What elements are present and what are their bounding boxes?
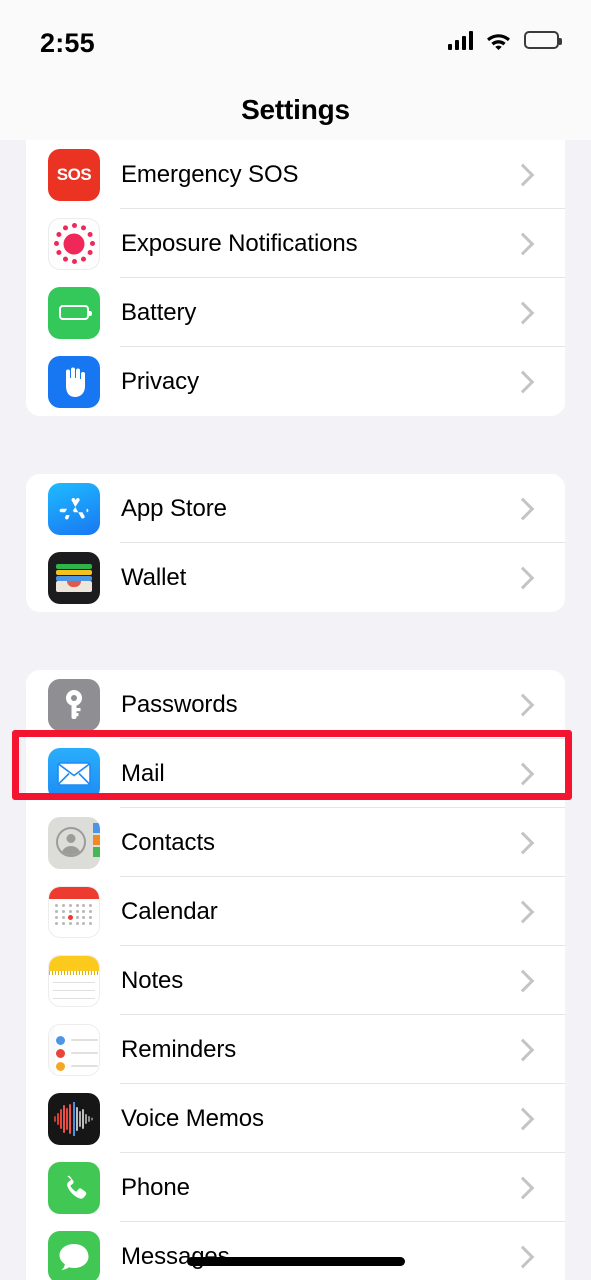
chevron-right-icon [509, 1222, 539, 1280]
app-store-icon [48, 482, 100, 535]
chevron-right-icon [509, 474, 539, 543]
settings-row-exposure-notifications[interactable]: Exposure Notifications [26, 209, 565, 278]
settings-row-passwords[interactable]: Passwords [26, 670, 565, 739]
chevron-right-icon [509, 808, 539, 877]
settings-row-label: Wallet [121, 563, 187, 591]
chevron-right-icon [509, 739, 539, 808]
settings-row-label: Privacy [121, 367, 199, 395]
settings-row-label: Notes [121, 966, 184, 994]
wallet-icon [48, 551, 100, 604]
emergency-sos-icon: SOS [48, 148, 100, 201]
contacts-icon [48, 816, 100, 869]
settings-row-label: App Store [121, 494, 227, 522]
settings-row-battery[interactable]: Battery [26, 278, 565, 347]
home-indicator-bar [186, 1257, 405, 1266]
wifi-icon [486, 31, 511, 50]
settings-row-privacy[interactable]: Privacy [26, 347, 565, 416]
settings-row-label: Calendar [121, 897, 218, 925]
chevron-right-icon [509, 670, 539, 739]
status-time: 2:55 [40, 28, 95, 58]
settings-group-safety: SOS Emergency SOS Exposure Notifications… [26, 140, 565, 416]
voice-memos-icon [48, 1092, 100, 1145]
settings-row-phone[interactable]: Phone [26, 1153, 565, 1222]
settings-row-contacts[interactable]: Contacts [26, 808, 565, 877]
cellular-signal-icon [447, 30, 473, 50]
chevron-right-icon [509, 1015, 539, 1084]
chevron-right-icon [509, 1084, 539, 1153]
settings-row-reminders[interactable]: Reminders [26, 1015, 565, 1084]
settings-row-wallet[interactable]: Wallet [26, 543, 565, 612]
battery-settings-icon [48, 286, 100, 339]
mail-envelope-icon [48, 747, 100, 800]
settings-row-label: Battery [121, 298, 197, 326]
settings-row-label: Phone [121, 1173, 190, 1201]
reminders-icon [48, 1023, 100, 1076]
calendar-icon [48, 885, 100, 938]
settings-row-notes[interactable]: Notes [26, 946, 565, 1015]
battery-icon [524, 31, 562, 49]
nav-bar: Settings [0, 78, 591, 140]
chevron-right-icon [509, 278, 539, 347]
settings-row-label: Reminders [121, 1035, 237, 1063]
passwords-key-icon [48, 678, 100, 731]
settings-row-label: Voice Memos [121, 1104, 264, 1132]
settings-row-mail[interactable]: Mail [26, 739, 565, 808]
settings-row-messages[interactable]: Messages [26, 1222, 565, 1280]
chevron-right-icon [509, 877, 539, 946]
settings-list[interactable]: SOS Emergency SOS Exposure Notifications… [0, 140, 591, 1280]
status-bar: 2:55 [0, 0, 591, 78]
settings-group-apps: Passwords Mail Contacts Calendar Notes R… [26, 670, 565, 1280]
chevron-right-icon [509, 543, 539, 612]
exposure-notifications-icon [48, 217, 100, 270]
settings-row-calendar[interactable]: Calendar [26, 877, 565, 946]
status-indicators [447, 30, 562, 50]
settings-row-label: Mail [121, 759, 165, 787]
chevron-right-icon [509, 1153, 539, 1222]
settings-row-app-store[interactable]: App Store [26, 474, 565, 543]
settings-row-label: Emergency SOS [121, 160, 299, 188]
settings-group-store: App Store Wallet [26, 474, 565, 612]
settings-row-label: Passwords [121, 690, 238, 718]
chevron-right-icon [509, 209, 539, 278]
chevron-right-icon [509, 140, 539, 209]
chevron-right-icon [509, 347, 539, 416]
settings-row-label: Exposure Notifications [121, 229, 358, 257]
notes-icon [48, 954, 100, 1007]
settings-screen: 2:55 Settings SOS Emergency SOS Exposure… [0, 0, 591, 1280]
page-title: Settings [241, 94, 350, 125]
settings-row-voice-memos[interactable]: Voice Memos [26, 1084, 565, 1153]
messages-icon [48, 1230, 100, 1280]
settings-row-emergency-sos[interactable]: SOS Emergency SOS [26, 140, 565, 209]
phone-icon [48, 1161, 100, 1214]
privacy-hand-icon [48, 355, 100, 408]
settings-row-label: Contacts [121, 828, 215, 856]
chevron-right-icon [509, 946, 539, 1015]
